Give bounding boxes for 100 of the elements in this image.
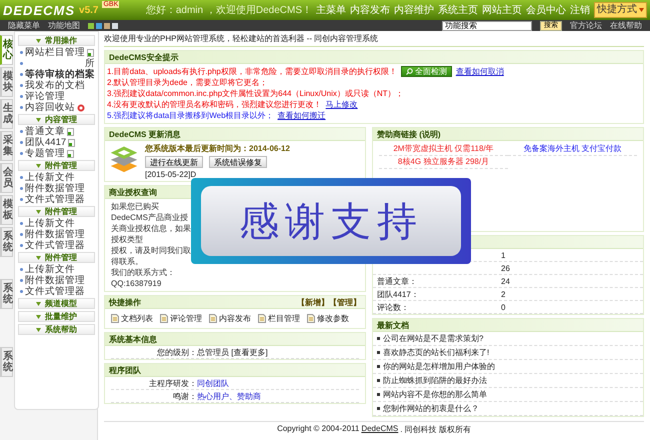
menu-item[interactable]: 内容回收站 (18, 102, 95, 113)
feature-map-link[interactable]: 功能地图 (48, 20, 80, 31)
hide-menu-link[interactable]: 隐藏菜单 (8, 20, 40, 31)
panel-title: 最新文档 (373, 319, 643, 332)
caret-icon (36, 38, 41, 42)
update-button[interactable]: 进行在线更新 (145, 156, 203, 168)
logo: DEDECMS (3, 2, 76, 18)
menu-item[interactable]: 评论管理 (18, 91, 95, 102)
article-link[interactable]: 你的网站是怎样增加用户体验的 (383, 361, 495, 372)
quick-link[interactable]: 评论管理 (160, 313, 202, 324)
menu-item[interactable]: 专题管理 (18, 148, 95, 159)
warning-text: 4.没有更改默认的管理员名称和密码，强烈建议您进行更改！ (107, 99, 322, 110)
footer-link[interactable]: DedeCMS (361, 424, 398, 435)
article-link[interactable]: 网站内容不是你想的那么简单 (383, 389, 487, 400)
sidebar-tab[interactable]: 核心 (0, 35, 13, 65)
sponsor-link[interactable]: 2M带宽虚拟主机 仅需118/年 (379, 143, 508, 156)
menu-section-header[interactable]: 附件管理 (18, 206, 95, 217)
sponsor-link[interactable]: 免备案海外主机 支付宝付款 (508, 143, 637, 156)
document-icon (258, 314, 266, 323)
panel-action-link[interactable]: 【新增】 (297, 296, 329, 308)
sidebar-tab[interactable]: 会员 (0, 163, 13, 193)
quick-link[interactable]: 栏目管理 (258, 313, 300, 324)
quick-link[interactable]: 修改参数 (307, 313, 349, 324)
panel-title: DedeCMS 更新消息 (105, 128, 365, 141)
menu-item[interactable]: 上传新文件 (18, 172, 95, 183)
sponsor-link[interactable]: 8核4G 独立服务器 298/月 (379, 156, 508, 169)
menu-section-header[interactable]: 批量维护 (18, 311, 95, 322)
caret-icon (36, 210, 41, 214)
menu-item[interactable]: 附件数据管理 (18, 229, 95, 240)
stat-value: 24 (501, 276, 510, 286)
menu-item[interactable]: 所 (18, 58, 95, 69)
menu-item[interactable]: 文件式管理器 (18, 286, 95, 297)
warning-text: 3.强烈建议data/common.inc.php文件属性设置为644（Linux/Unix）或只读（NT）； (107, 88, 404, 99)
panel-action-link[interactable]: 【管理】 (329, 296, 361, 308)
document-icon (307, 314, 315, 323)
shortcut-dropdown[interactable]: 快捷方式 (594, 2, 647, 18)
menu-section-header[interactable]: 频道模型 (18, 298, 95, 309)
menu-item[interactable]: 文件式管理器 (18, 240, 95, 251)
document-icon (160, 314, 168, 323)
menu-item[interactable]: 网站栏目管理 (18, 47, 95, 58)
menu-item[interactable]: 等待审核的档案 (18, 69, 95, 80)
skin-swatch[interactable] (112, 22, 118, 28)
stat-label: 评论数： (377, 302, 410, 312)
stat-value: 2 (501, 290, 506, 298)
skin-swatch[interactable] (104, 22, 110, 28)
menu-item[interactable]: 文件式管理器 (18, 194, 95, 205)
team-link[interactable]: 热心用户、赞助商 (197, 390, 261, 402)
help-link[interactable]: 马上修改 (326, 99, 358, 110)
menu-item[interactable]: 附件数据管理 (18, 183, 95, 194)
article-link[interactable]: 您制作网站的初衷是什么？ (383, 403, 479, 414)
menu-item[interactable]: 上传新文件 (18, 218, 95, 229)
menu-item[interactable]: 我发布的文档 (18, 80, 95, 91)
add-page-icon (67, 128, 74, 136)
help-link[interactable]: 官方论坛 (570, 20, 602, 31)
menu-section-header[interactable]: 附件管理 (18, 252, 95, 263)
panel-title: 赞助商链接 (说明) (377, 128, 441, 140)
menu-section-header[interactable]: 附件管理 (18, 160, 95, 171)
panel-title: 快捷操作 (109, 296, 141, 308)
sidebar-tab[interactable]: 采集 (0, 131, 13, 161)
sidebar-tab[interactable]: 模板 (0, 195, 13, 225)
help-link[interactable]: 查看如何取消 (456, 66, 504, 77)
sidebar-tab[interactable]: 系统 (0, 279, 13, 309)
quick-link[interactable]: 内容发布 (209, 313, 251, 324)
help-link[interactable]: 在线帮助 (610, 20, 642, 31)
sidebar-tab[interactable]: 系统 (0, 347, 13, 377)
sidebar-tab[interactable]: 系统 (0, 227, 13, 257)
help-link[interactable]: 查看如何搬迁 (278, 110, 326, 121)
menu-section-header[interactable]: 系统帮助 (18, 324, 95, 335)
skin-swatch[interactable] (96, 22, 102, 28)
warning-text: 2.默认管理目录为dede，需要立即将它更名； (107, 77, 268, 88)
thanks-text: 感谢支持 (201, 186, 461, 256)
update-button[interactable]: 系统错误修复 (209, 156, 267, 168)
bullet-icon (377, 351, 380, 354)
panel-title: DedeCMS安全提示 (105, 51, 643, 64)
panel-title: 程序团队 (105, 364, 365, 377)
sidebar-tab[interactable]: 模块 (0, 67, 13, 97)
menu-section-header[interactable]: 内容管理 (18, 114, 95, 125)
warning-text: 1.目前data、uploads有执行.php权限，非常危险，需要立即取消目录的执行权限！ (107, 66, 397, 77)
stat-label: 团队4417： (377, 288, 420, 300)
menu-item[interactable]: 附件数据管理 (18, 275, 95, 286)
menu-item[interactable]: 普通文章 (18, 126, 95, 137)
article-link[interactable]: 防止蜘蛛抓到陷阱的最好办法 (383, 375, 487, 386)
search-field[interactable]: 功能搜索 (442, 20, 532, 30)
field-label: 鸣谢： (172, 390, 197, 402)
skin-swatch[interactable] (88, 22, 94, 28)
menu-item[interactable]: 上传新文件 (18, 264, 95, 275)
quick-link[interactable]: 文档列表 (111, 313, 153, 324)
menu-item[interactable]: 团队4417 (18, 137, 95, 148)
search-icon (406, 68, 413, 75)
article-link[interactable]: 公司在网站是不是需求策划? (383, 333, 484, 344)
version-label: v5.7 (79, 4, 98, 16)
stat-label: 普通文章： (377, 276, 418, 286)
sidebar-tab[interactable]: 生成 (0, 99, 13, 129)
info-text: 如果您已购买DedeCMS产品商业授 (111, 201, 189, 223)
article-link[interactable]: 喜欢静态页的站长们福利来了! (383, 347, 490, 358)
greeting-text: 您好：admin ，欢迎使用DedeCMS！ (146, 4, 312, 17)
add-page-icon (87, 48, 94, 56)
team-link[interactable]: 同创团队 (197, 378, 229, 388)
menu-section-header[interactable]: 常用操作 (18, 35, 95, 46)
info-text: 我们的联系方式：QQ:16387919 (111, 267, 176, 289)
